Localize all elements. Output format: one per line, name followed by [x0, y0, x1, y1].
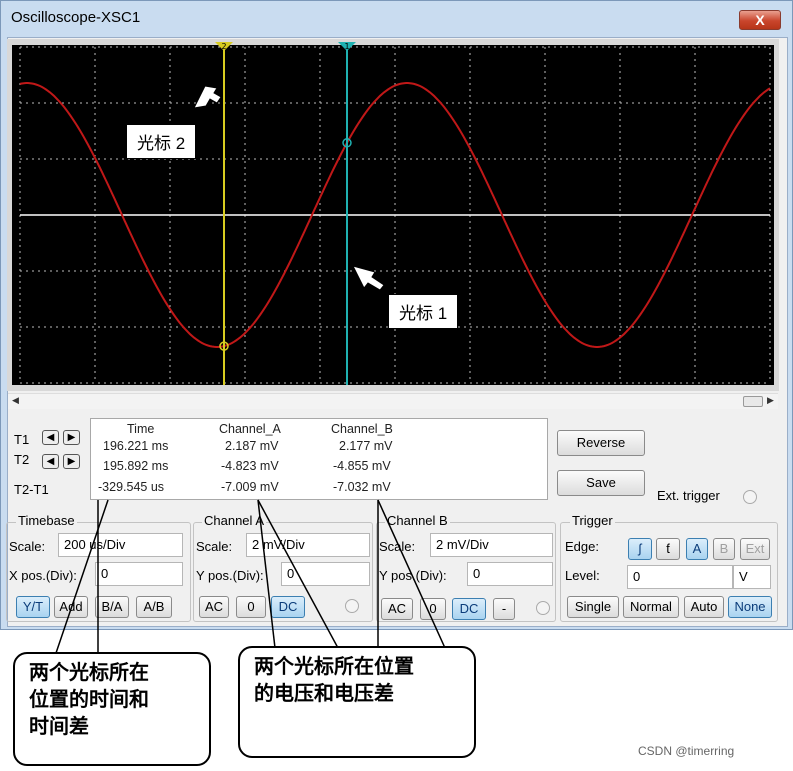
time-annotation-line-1: 两个光标所在	[29, 662, 149, 684]
annotation-leader-line	[54, 499, 109, 657]
cursor-2-pointer-arrow	[193, 85, 222, 109]
annotation-leader-line	[257, 499, 276, 649]
cursor-2-marker-label: 2	[221, 42, 226, 51]
watermark: CSDN @timerring	[638, 744, 735, 758]
voltage-annotation-bubble: 两个光标所在位置 的电压和电压差	[238, 646, 476, 758]
annotation-leader-line	[377, 499, 446, 649]
cursor2-callout: 光标 2	[126, 124, 197, 159]
time-annotation-line-3: 时间差	[29, 716, 89, 738]
voltage-annotation-line-2: 的电压和电压差	[254, 683, 394, 705]
annotation-leader-line	[257, 499, 339, 649]
cursor1-callout: 光标 1	[388, 294, 459, 329]
time-annotation-line-2: 位置的时间和	[29, 689, 149, 711]
time-annotation-bubble: 两个光标所在 位置的时间和 时间差	[13, 652, 211, 766]
cursor-1-marker-label: 1	[344, 42, 349, 51]
cursor-1-pointer-arrow	[352, 265, 385, 291]
voltage-annotation-line-1: 两个光标所在位置	[254, 656, 414, 678]
